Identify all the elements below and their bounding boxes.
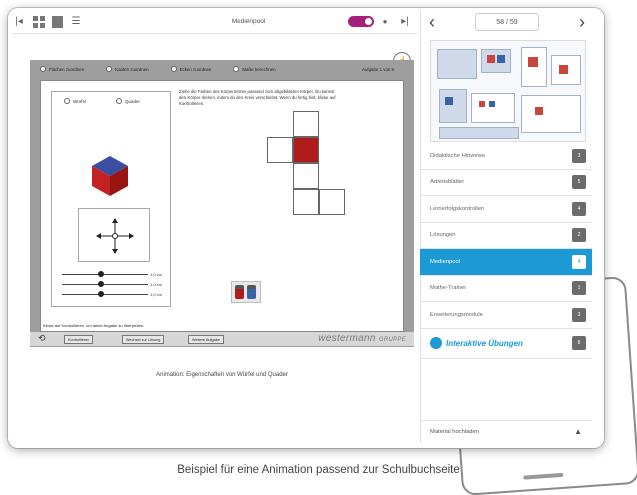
menu-item-label: Didaktische Hinweise bbox=[430, 152, 486, 159]
slider-width-value: 1,0 cm bbox=[150, 282, 163, 287]
task-page-label: Aufgabe 1 von 5 bbox=[362, 66, 394, 72]
menu-item-badge: 2 bbox=[572, 228, 586, 243]
menu-item-label: Lernerfolgskontrollen bbox=[430, 205, 485, 212]
top-toolbar: |◂ ☰ Medienpool ● ▸| bbox=[12, 10, 418, 34]
option-kanten[interactable]: Kanten zuordnen bbox=[106, 66, 149, 72]
task-options: Flächen zuordnen Kanten zuordnen Ecken z… bbox=[34, 62, 404, 76]
collapse-right-icon[interactable]: ▸| bbox=[398, 15, 412, 29]
material-menu: Didaktische Hinweise 3 Arbeitsblätter 5 … bbox=[420, 143, 592, 359]
page-navigator: ‹ 58 / 59 › bbox=[424, 10, 590, 34]
menu-item-badge: 3 bbox=[572, 307, 586, 322]
user-upload-icon[interactable]: ▲ bbox=[574, 427, 582, 436]
menu-item-mathe-trainer[interactable]: Mathe-Trainer 1 bbox=[420, 276, 592, 302]
next-page-button[interactable]: › bbox=[574, 12, 590, 33]
menu-item-label: Erweiterungsmodule bbox=[430, 311, 483, 318]
menu-item-badge: 1 bbox=[572, 281, 586, 296]
animation-caption: Animation: Eigenschaften von Würfel und … bbox=[156, 372, 288, 378]
menu-item-label: Medienpool bbox=[430, 258, 460, 265]
menu-item-label: Arbeitsblätter bbox=[430, 179, 465, 186]
show-solution-button[interactable]: Wechsel zur Lösung bbox=[122, 335, 165, 344]
publisher-logo: westermann GRUPPE bbox=[318, 333, 406, 344]
rotate-control[interactable] bbox=[78, 208, 150, 262]
animation-canvas: Würfel Quader 1,0 cm 1,0 cm 1,0 cm Ziehe… bbox=[40, 80, 404, 332]
prev-page-button[interactable]: ‹ bbox=[424, 12, 440, 33]
menu-item-arbeitsblaetter[interactable]: Arbeitsblätter 5 bbox=[420, 170, 592, 196]
net-face[interactable] bbox=[293, 163, 319, 189]
option-ecken[interactable]: Ecken zuordnen bbox=[170, 66, 211, 72]
upload-label: Material hochladen bbox=[430, 428, 479, 435]
user-icon: ● bbox=[382, 17, 388, 26]
menu-item-badge: 5 bbox=[572, 175, 586, 190]
upload-material-row[interactable]: Material hochladen ▲ bbox=[420, 420, 592, 442]
slider-height-value: 1,0 cm bbox=[150, 292, 163, 297]
net-face[interactable] bbox=[319, 189, 345, 215]
menu-item-badge: 3 bbox=[572, 148, 586, 163]
reset-icon[interactable]: ⟲ bbox=[38, 333, 46, 344]
user-toggle[interactable] bbox=[348, 16, 374, 27]
menu-item-badge: 4 bbox=[572, 254, 586, 269]
shape-cube-radio[interactable]: Würfel bbox=[64, 98, 86, 104]
menu-item-medienpool[interactable]: Medienpool 4 bbox=[420, 249, 592, 276]
net-face-colored[interactable] bbox=[293, 137, 319, 163]
interactive-logo-icon bbox=[430, 337, 442, 349]
menu-item-erweiterungsmodule[interactable]: Erweiterungsmodule 3 bbox=[420, 302, 592, 329]
menu-item-badge: 4 bbox=[572, 201, 586, 216]
slider-height[interactable] bbox=[62, 291, 148, 297]
move-arrows-icon bbox=[96, 218, 134, 254]
list-view-icon[interactable]: ☰ bbox=[69, 15, 83, 29]
app-window: |◂ ☰ Medienpool ● ▸| ‹ 58 / 59 › Didakti… bbox=[8, 8, 604, 448]
menu-item-label: Interaktive Übungen bbox=[446, 338, 523, 348]
menu-item-badge: 8 bbox=[572, 336, 586, 350]
menu-item-label: Mathe-Trainer bbox=[430, 285, 467, 292]
next-task-button[interactable]: Weitere Aufgabe bbox=[188, 335, 225, 344]
collapse-left-icon[interactable]: |◂ bbox=[12, 15, 26, 29]
hint-text: Klicke auf Kontrollieren, um deine Angab… bbox=[43, 323, 145, 328]
toolbar-title: Medienpool bbox=[231, 18, 266, 25]
net-face[interactable] bbox=[293, 111, 319, 137]
menu-item-lernerfolgskontrollen[interactable]: Lernerfolgskontrollen 4 bbox=[420, 196, 592, 223]
task-instructions: Ziehe die Farben des Körpernetzes passen… bbox=[179, 89, 336, 107]
net-face[interactable] bbox=[293, 189, 319, 215]
page-counter[interactable]: 58 / 59 bbox=[475, 13, 539, 31]
check-button[interactable]: Kontrollieren bbox=[64, 335, 94, 344]
slider-length-value: 1,0 cm bbox=[150, 272, 163, 277]
option-masse[interactable]: Maße berechnen bbox=[233, 66, 276, 72]
paint-pots-icon[interactable] bbox=[231, 281, 261, 303]
slider-length[interactable] bbox=[62, 271, 148, 277]
option-flaechen[interactable]: Flächen zuordnen bbox=[40, 66, 84, 72]
slider-width[interactable] bbox=[62, 281, 148, 287]
shape-cuboid-radio[interactable]: Quader bbox=[116, 98, 140, 104]
menu-item-loesungen[interactable]: Lösungen 2 bbox=[420, 223, 592, 249]
menu-item-label: Lösungen bbox=[430, 232, 456, 239]
menu-item-interaktive-uebungen[interactable]: Interaktive Übungen 8 bbox=[420, 329, 592, 359]
cube-3d[interactable] bbox=[88, 154, 132, 198]
menu-item-didaktische-hinweise[interactable]: Didaktische Hinweise 3 bbox=[420, 143, 592, 170]
shape-panel: Würfel Quader 1,0 cm 1,0 cm 1,0 cm bbox=[51, 91, 171, 307]
net-face[interactable] bbox=[267, 137, 293, 163]
single-page-icon[interactable] bbox=[52, 15, 63, 28]
page-thumbnail[interactable] bbox=[430, 40, 586, 142]
grid-view-icon[interactable] bbox=[32, 15, 46, 29]
animation-frame: Flächen zuordnen Kanten zuordnen Ecken z… bbox=[30, 60, 414, 347]
